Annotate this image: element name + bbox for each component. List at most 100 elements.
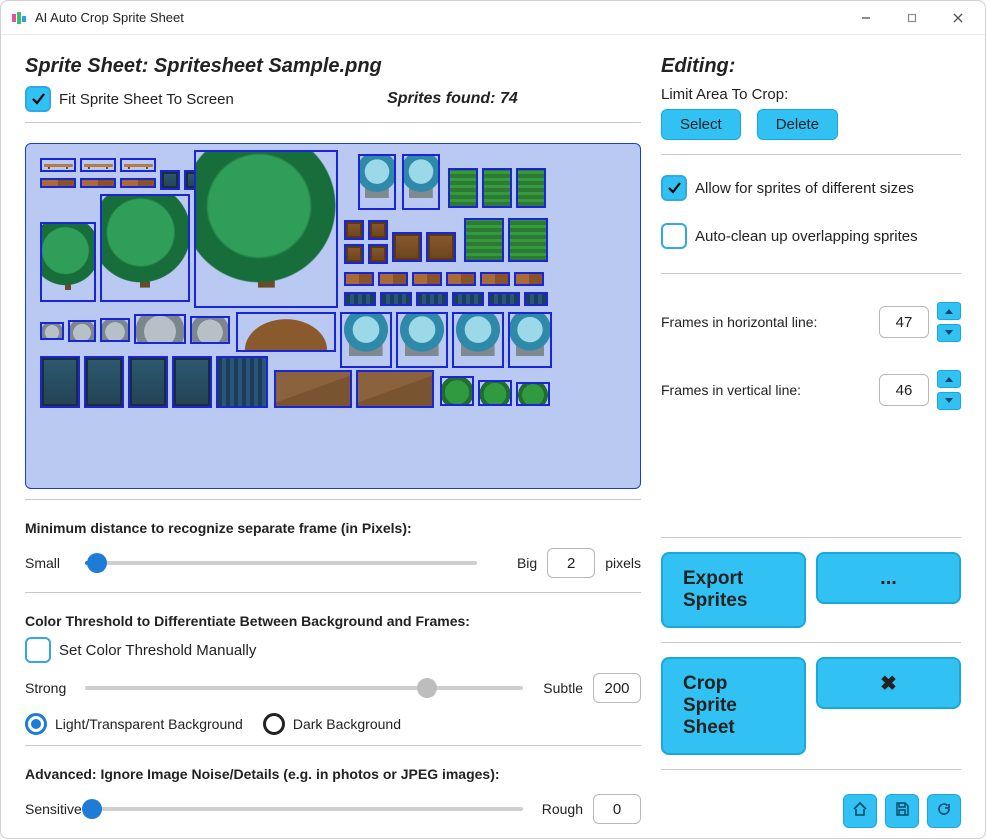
sprite-box[interactable] <box>478 380 512 406</box>
min-distance-right-label: Big <box>487 555 537 571</box>
sprite-box[interactable] <box>344 220 364 240</box>
threshold-right-label: Subtle <box>533 680 583 696</box>
sprite-box[interactable] <box>344 272 374 286</box>
sprite-box[interactable] <box>100 194 190 302</box>
save-button[interactable] <box>885 794 919 828</box>
sprite-box[interactable] <box>80 158 116 172</box>
frames-v-value[interactable]: 46 <box>879 374 929 406</box>
sprite-box[interactable] <box>452 292 484 306</box>
sprite-box[interactable] <box>488 292 520 306</box>
frames-v-down-button[interactable] <box>937 392 961 410</box>
sprite-box[interactable] <box>446 272 476 286</box>
radio-light-background[interactable]: Light/Transparent Background <box>25 713 243 735</box>
sprite-box[interactable] <box>100 318 130 342</box>
window-minimize-button[interactable] <box>843 2 889 34</box>
sprite-box[interactable] <box>380 292 412 306</box>
min-distance-value[interactable]: 2 <box>547 548 595 578</box>
sprite-box[interactable] <box>482 168 512 208</box>
sprite-box[interactable] <box>402 154 440 210</box>
sprite-box[interactable] <box>80 178 116 188</box>
window-close-button[interactable] <box>935 2 981 34</box>
sprite-box[interactable] <box>344 292 376 306</box>
sprite-box[interactable] <box>236 312 336 352</box>
sprite-box[interactable] <box>514 272 544 286</box>
radio-icon <box>25 713 47 735</box>
window-maximize-button[interactable] <box>889 2 935 34</box>
delete-button[interactable]: Delete <box>757 109 838 140</box>
sprite-box[interactable] <box>368 244 388 264</box>
sprite-box[interactable] <box>440 376 474 406</box>
noise-value[interactable]: 0 <box>593 794 641 824</box>
refresh-button[interactable] <box>927 794 961 828</box>
radio-dark-background[interactable]: Dark Background <box>263 713 401 735</box>
sprite-box[interactable] <box>128 356 168 408</box>
sprite-box[interactable] <box>40 158 76 172</box>
noise-section-label: Advanced: Ignore Image Noise/Details (e.… <box>25 766 641 782</box>
sprite-box[interactable] <box>378 272 408 286</box>
noise-right-label: Rough <box>533 801 583 817</box>
sprite-box[interactable] <box>134 314 186 344</box>
sprite-box[interactable] <box>40 322 64 340</box>
sprite-box[interactable] <box>396 312 448 368</box>
sprite-box[interactable] <box>358 154 396 210</box>
threshold-slider[interactable] <box>85 678 523 698</box>
sprite-box[interactable] <box>416 292 448 306</box>
frames-h-up-button[interactable] <box>937 302 961 320</box>
sprite-box[interactable] <box>452 312 504 368</box>
allow-sizes-checkbox[interactable]: Allow for sprites of different sizes <box>661 175 961 201</box>
sprite-box[interactable] <box>524 292 548 306</box>
sprite-box[interactable] <box>190 316 230 344</box>
frames-h-down-button[interactable] <box>937 324 961 342</box>
sprite-box[interactable] <box>40 222 96 302</box>
sprite-box[interactable] <box>516 168 546 208</box>
auto-clean-checkbox[interactable]: Auto-clean up overlapping sprites <box>661 223 961 249</box>
sprites-found-label: Sprites found: 74 <box>264 90 641 108</box>
home-button[interactable] <box>843 794 877 828</box>
sprite-box[interactable] <box>84 356 124 408</box>
sprite-box[interactable] <box>480 272 510 286</box>
home-icon <box>852 801 868 821</box>
checkbox-icon <box>661 223 687 249</box>
select-button[interactable]: Select <box>661 109 741 140</box>
sprite-box[interactable] <box>120 178 156 188</box>
sprite-box[interactable] <box>508 218 548 262</box>
sprite-box[interactable] <box>40 178 76 188</box>
sprite-box[interactable] <box>412 272 442 286</box>
window-title: AI Auto Crop Sprite Sheet <box>35 10 184 25</box>
export-more-button[interactable]: ... <box>816 552 961 604</box>
sprite-box[interactable] <box>120 158 156 172</box>
fit-to-screen-label: Fit Sprite Sheet To Screen <box>59 91 234 108</box>
crop-sprite-sheet-button[interactable]: Crop Sprite Sheet <box>661 657 806 755</box>
sprite-box[interactable] <box>68 320 96 342</box>
frames-v-up-button[interactable] <box>937 370 961 388</box>
sprite-box[interactable] <box>516 382 550 406</box>
manual-threshold-checkbox[interactable]: Set Color Threshold Manually <box>25 637 641 663</box>
export-sprites-button[interactable]: Export Sprites <box>661 552 806 628</box>
cancel-button[interactable]: ✖ <box>816 657 961 709</box>
fit-to-screen-checkbox[interactable]: Fit Sprite Sheet To Screen <box>25 86 234 112</box>
sprite-box[interactable] <box>160 170 180 190</box>
min-distance-slider[interactable] <box>85 553 477 573</box>
frames-h-value[interactable]: 47 <box>879 306 929 338</box>
sprite-box[interactable] <box>356 370 434 408</box>
sprite-box[interactable] <box>40 356 80 408</box>
threshold-value[interactable]: 200 <box>593 673 641 703</box>
sprite-box[interactable] <box>274 370 352 408</box>
sprite-box[interactable] <box>344 244 364 264</box>
sprite-box[interactable] <box>172 356 212 408</box>
allow-sizes-label: Allow for sprites of different sizes <box>695 180 914 197</box>
sprite-box[interactable] <box>340 312 392 368</box>
sprite-box[interactable] <box>216 356 268 408</box>
sprite-box[interactable] <box>194 150 338 308</box>
refresh-icon <box>936 801 952 821</box>
radio-dark-label: Dark Background <box>293 716 401 732</box>
sprite-preview[interactable] <box>25 143 641 489</box>
sprite-box[interactable] <box>448 168 478 208</box>
app-icon <box>11 10 27 26</box>
sprite-box[interactable] <box>508 312 552 368</box>
noise-slider[interactable] <box>92 799 523 819</box>
sprite-box[interactable] <box>368 220 388 240</box>
sprite-box[interactable] <box>392 232 422 262</box>
sprite-box[interactable] <box>464 218 504 262</box>
sprite-box[interactable] <box>426 232 456 262</box>
